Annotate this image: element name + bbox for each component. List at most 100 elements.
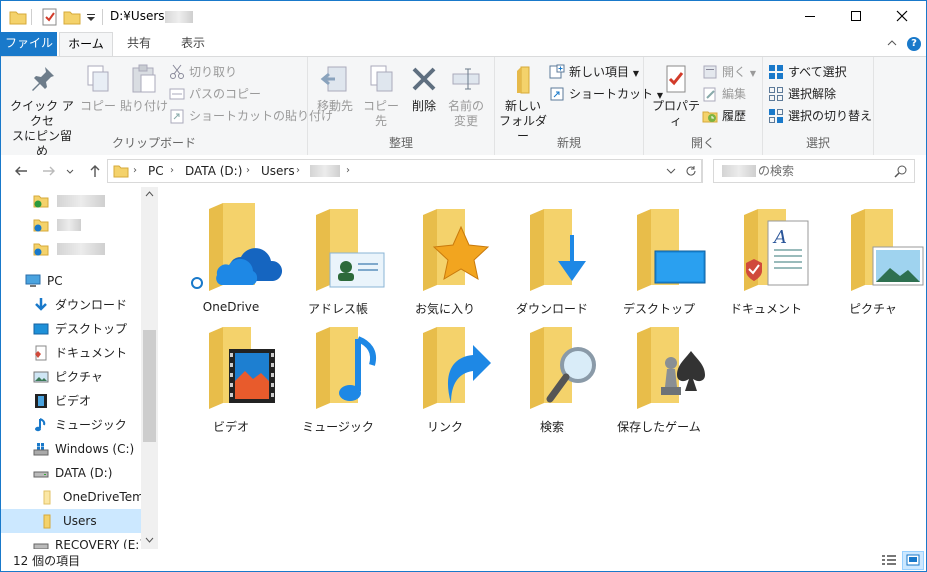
folder-videos[interactable]: ビデオ [179,313,283,434]
folder-searches[interactable]: 検索 [500,313,604,434]
breadcrumb-users[interactable]: Users [261,160,295,182]
properties-button[interactable]: プロパティ [648,63,704,129]
address-bar[interactable]: › PC › DATA (D:) › Users › › [107,159,703,183]
scroll-thumb[interactable] [143,330,156,442]
nav-item-users[interactable]: Users [1,509,141,533]
delete-label: 削除 [411,99,436,113]
navigation-pane: PC ダウンロード デスクトップ ドキュメント ピクチャ ビデオ ミュージック [1,187,158,552]
customize-quick-access-icon[interactable] [85,8,97,26]
minimize-icon [805,16,815,17]
folder-downloads[interactable]: ダウンロード [500,195,604,316]
properties-label: プロパティ [651,99,700,128]
invert-selection-icon [769,109,783,123]
folder-onedrive[interactable]: OneDrive [179,195,283,314]
breadcrumb-pc[interactable]: PC [148,160,164,182]
redacted-username [165,11,193,23]
delete-button[interactable]: 削除 [406,63,442,114]
minimize-button[interactable] [787,1,833,31]
nav-item-pictures[interactable]: ピクチャ [1,365,141,389]
back-arrow-icon[interactable] [13,163,29,179]
folder-music[interactable]: ミュージック [286,313,390,434]
nav-item-windows-c[interactable]: Windows (C:) [1,437,141,461]
open-button[interactable]: 開く ▼ [702,62,756,82]
open-group-label: 開く [690,136,715,150]
folder-label: 保存したゲーム [617,420,701,434]
redacted-label [57,219,81,231]
desktop-icon [33,323,49,335]
nav-item-data-d[interactable]: DATA (D:) [1,461,141,485]
copy-to-button[interactable]: コピー先 [358,63,404,129]
tab-home[interactable]: ホーム [59,32,113,57]
nav-scrollbar[interactable] [141,187,158,549]
large-icons-view-button[interactable] [902,551,924,570]
breadcrumb-redacted[interactable] [310,165,340,177]
folder-saved-games[interactable]: 保存したゲーム [607,313,711,434]
address-dropdown-icon[interactable] [666,168,676,174]
forward-arrow-icon[interactable] [41,163,57,179]
folder-favorites[interactable]: お気に入り [393,195,497,316]
details-view-icon[interactable] [881,553,897,567]
folder-label: ビデオ [212,420,249,434]
nav-item-downloads[interactable]: ダウンロード [1,293,141,317]
close-button[interactable] [879,1,925,31]
new-folder-button[interactable]: 新しい フォルダー [497,63,549,144]
nav-item-onedrivetemp[interactable]: OneDriveTemp [1,485,151,509]
copy-path-button[interactable]: パスのコピー [169,84,261,104]
tab-file[interactable]: ファイル [1,32,57,56]
folder-icon [43,514,51,529]
select-all-button[interactable]: すべて選択 [768,62,847,82]
windows-drive-icon [33,443,49,456]
copy-to-icon [370,65,393,92]
computer-icon [25,274,41,287]
nav-item-quick-2[interactable] [1,213,141,237]
invert-selection-button[interactable]: 選択の切り替え [768,106,872,126]
tab-view[interactable]: 表示 [171,32,215,56]
new-item-button[interactable]: 新しい項目 ▼ [549,62,639,82]
folder-icon [113,165,129,178]
folder-links[interactable]: リンク [393,313,497,434]
folder-documents[interactable]: A ドキュメント [714,195,818,316]
breadcrumb-data-drive[interactable]: DATA (D:) [185,160,242,182]
properties-quick-icon[interactable] [41,8,59,26]
cut-button[interactable]: 切り取り [169,62,237,82]
film-icon [35,394,47,408]
move-to-label: 移動先 [316,99,353,113]
new-folder-icon [517,66,530,94]
rename-label-1: 名前の [447,99,484,113]
folder-contacts[interactable]: アドレス帳 [286,195,390,316]
open-group: プロパティ 開く ▼ 編集 履歴 開く [644,57,763,155]
new-folder-quick-icon[interactable] [63,8,81,26]
search-box[interactable]: の検索 [713,159,915,183]
maximize-button[interactable] [833,1,879,31]
nav-item-music[interactable]: ミュージック [1,413,141,437]
edit-button[interactable]: 編集 [702,84,746,104]
nav-item-pc[interactable]: PC [1,269,141,293]
scroll-down-icon[interactable] [145,537,154,543]
file-list: OneDrive アドレス帳 お気に入り ダウンロード デスクトップ A ドキュ… [159,187,926,549]
select-none-button[interactable]: 選択解除 [768,84,836,104]
nav-item-documents[interactable]: ドキュメント [1,341,141,365]
refresh-button[interactable] [681,159,702,183]
recent-locations-icon[interactable] [65,163,75,179]
history-button[interactable]: 履歴 [702,106,746,126]
tab-share[interactable]: 共有 [117,32,161,56]
scroll-up-icon[interactable] [145,191,154,197]
nav-item-quick-3[interactable] [1,237,141,261]
nav-item-quick-1[interactable] [1,189,141,213]
rename-button[interactable]: 名前の 変更 [444,63,488,129]
folder-pictures[interactable]: ピクチャ [821,195,925,316]
paste-button[interactable]: 貼り付け [119,63,169,114]
title-bar[interactable]: D:¥Users¥ [1,1,926,32]
folder-desktop[interactable]: デスクトップ [607,195,711,316]
collapse-ribbon-icon[interactable] [887,38,897,48]
up-arrow-icon[interactable] [87,163,103,179]
copy-button[interactable]: コピー [77,63,119,114]
move-to-button[interactable]: 移動先 [312,63,358,114]
copy-icon [87,65,109,92]
refresh-icon [686,166,696,176]
breadcrumb-separator-icon: › [296,165,300,176]
nav-item-desktop[interactable]: デスクトップ [1,317,141,341]
close-icon [896,10,908,22]
nav-item-videos[interactable]: ビデオ [1,389,141,413]
help-icon[interactable]: ? [907,37,921,51]
